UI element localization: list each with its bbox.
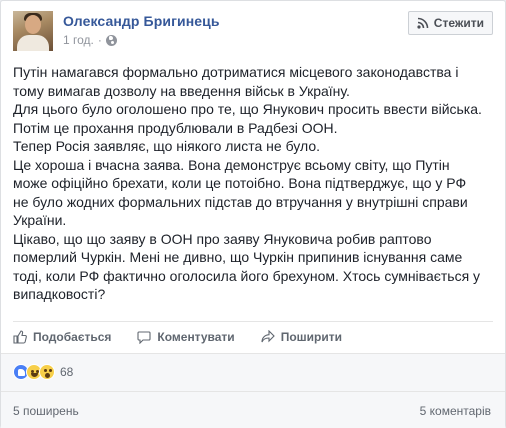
share-button[interactable]: Поширити [261,327,342,347]
counts-bar: 5 поширень 5 коментарів [1,391,505,428]
reactions-bar: 68 [1,353,505,391]
share-icon [261,330,275,343]
thumbs-up-icon [13,330,27,344]
share-label: Поширити [280,330,342,344]
post-header: Олександр Бригинець 1 год. · Стежити [13,11,493,55]
post-body: Путін намагався формально дотриматися мі… [13,63,495,304]
comments-count[interactable]: 5 коментарів [420,404,491,418]
reactions-count[interactable]: 68 [60,365,73,379]
reactions-summary[interactable]: 68 [13,364,73,380]
post-paragraph: Путін намагався формально дотриматися мі… [13,64,482,302]
wow-reaction-icon [39,364,55,380]
like-label: Подобається [33,330,112,344]
follow-button[interactable]: Стежити [407,11,493,35]
comment-label: Коментувати [157,330,235,344]
post-timestamp[interactable]: 1 год. [63,33,94,47]
rss-icon [417,17,429,29]
comment-icon [137,331,151,344]
post-meta: 1 год. · [63,33,117,47]
comment-button[interactable]: Коментувати [137,327,235,347]
post-actions: Подобається Коментувати Поширити [13,327,342,347]
actions-divider [13,321,493,322]
follow-label: Стежити [433,16,484,30]
meta-separator: · [97,33,102,47]
globe-icon[interactable] [105,34,117,46]
author-avatar[interactable] [13,11,53,51]
author-name[interactable]: Олександр Бригинець [63,13,220,29]
shares-count[interactable]: 5 поширень [13,404,79,418]
post-card: Олександр Бригинець 1 год. · Стежити Пут… [0,0,506,428]
like-button[interactable]: Подобається [13,327,111,347]
